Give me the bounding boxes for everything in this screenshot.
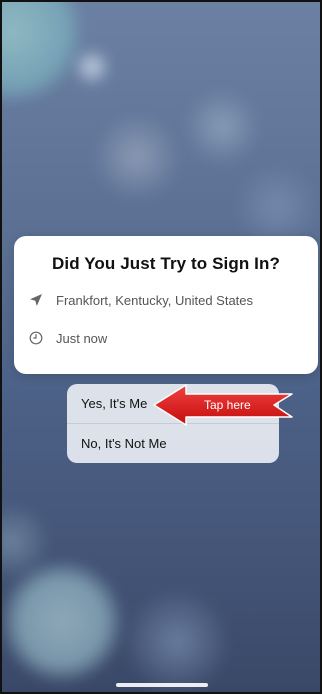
signin-alert-card: Did You Just Try to Sign In? Frankfort, … xyxy=(14,236,318,374)
signin-location-row: Frankfort, Kentucky, United States xyxy=(28,292,253,308)
signin-time-row: Just now xyxy=(28,330,107,346)
home-indicator[interactable] xyxy=(116,683,208,687)
tap-here-label: Tap here xyxy=(204,398,251,412)
wallpaper-bokeh xyxy=(122,587,232,692)
no-its-not-me-button[interactable]: No, It's Not Me xyxy=(67,424,279,463)
phone-screen: Did You Just Try to Sign In? Frankfort, … xyxy=(0,0,322,694)
wallpaper-bokeh xyxy=(92,112,182,202)
signin-alert-title: Did You Just Try to Sign In? xyxy=(52,254,280,273)
location-arrow-icon xyxy=(28,292,44,308)
signin-time-text: Just now xyxy=(56,330,108,346)
wallpaper-bokeh xyxy=(2,2,82,102)
signin-location-text: Frankfort, Kentucky, United States xyxy=(56,292,254,308)
clock-icon xyxy=(28,330,44,346)
wallpaper-bokeh xyxy=(72,47,112,87)
wallpaper-bokeh xyxy=(182,87,262,167)
tap-here-callout: Tap here xyxy=(152,383,294,427)
